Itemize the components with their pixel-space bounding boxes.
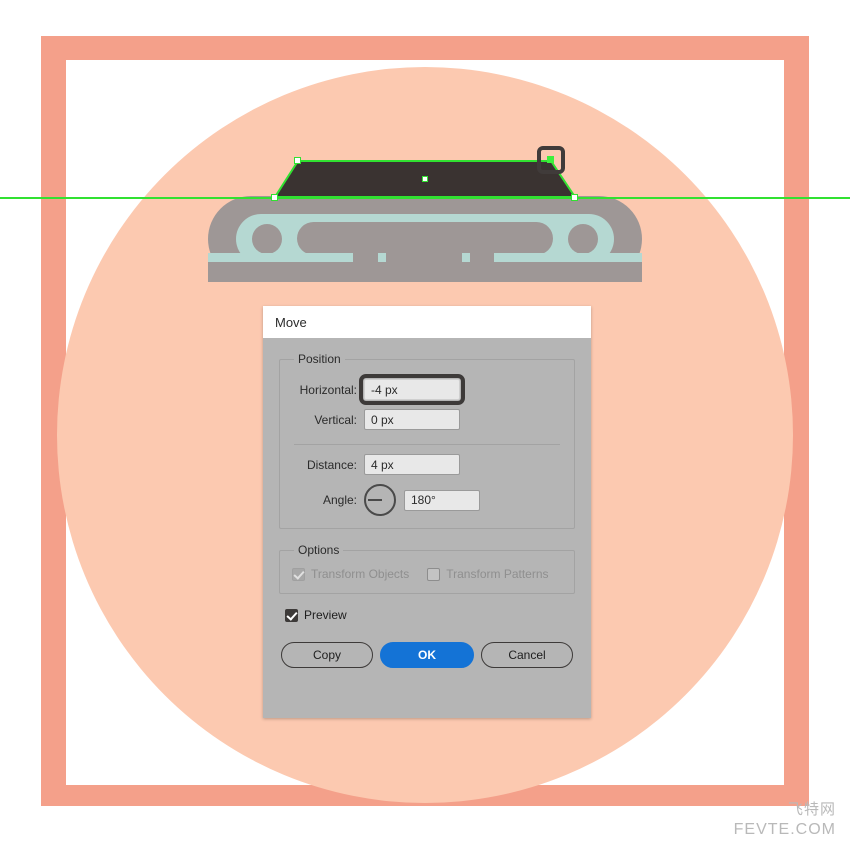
band-notch: [462, 253, 470, 262]
direct-selection-cursor-icon: [537, 146, 565, 174]
cancel-button[interactable]: Cancel: [481, 642, 573, 668]
preview-checkbox[interactable]: Preview: [285, 608, 347, 622]
transform-patterns-label: Transform Patterns: [446, 567, 549, 581]
dialog-titlebar: Move: [263, 306, 591, 338]
checkbox-box-icon: [292, 567, 305, 581]
illustration-knob-left[interactable]: [252, 224, 282, 254]
copy-button[interactable]: Copy: [281, 642, 373, 668]
dialog-body: Position Horizontal: -4 px Vertical: 0 p…: [263, 338, 591, 668]
vertical-row: Vertical: 0 px: [292, 409, 562, 430]
position-group: Position Horizontal: -4 px Vertical: 0 p…: [279, 352, 575, 529]
horizontal-input[interactable]: -4 px: [359, 374, 465, 405]
anchor-point-center[interactable]: [422, 176, 428, 182]
watermark: 飞特网 FEVTE.COM: [734, 801, 836, 840]
options-row: Transform Objects Transform Patterns: [292, 567, 562, 581]
anchor-point-top-left[interactable]: [294, 157, 301, 164]
options-group: Options Transform Objects Transform Patt…: [279, 543, 575, 594]
move-dialog: Move Position Horizontal: -4 px Vertical…: [263, 306, 591, 718]
vertical-label: Vertical:: [314, 412, 357, 427]
distance-input[interactable]: 4 px: [364, 454, 460, 475]
vertical-input[interactable]: 0 px: [364, 409, 460, 430]
options-group-legend: Options: [298, 543, 340, 557]
horizontal-row: Horizontal: -4 px: [292, 374, 562, 405]
band-notch: [378, 253, 386, 262]
angle-dial-needle: [368, 499, 382, 501]
dialog-title: Move: [275, 314, 307, 330]
watermark-en: FEVTE.COM: [733, 821, 836, 838]
illustration-bottom-band[interactable]: [208, 253, 642, 282]
anchor-point-bottom-right[interactable]: [571, 194, 578, 201]
illustration-center-slot[interactable]: [297, 222, 553, 255]
checkbox-box-icon: [427, 567, 441, 581]
position-group-legend: Position: [298, 352, 341, 366]
ok-button[interactable]: OK: [380, 642, 474, 668]
angle-label: Angle:: [322, 493, 357, 507]
group-divider: [294, 444, 560, 445]
illustration-knob-right[interactable]: [568, 224, 598, 254]
horizontal-label: Horizontal:: [299, 382, 357, 397]
checkbox-box-icon: [285, 608, 298, 622]
angle-row: Angle: 180°: [292, 484, 562, 516]
angle-dial-icon[interactable]: [364, 484, 396, 516]
preview-row: Preview: [285, 608, 575, 622]
transform-objects-label: Transform Objects: [311, 567, 410, 581]
app-canvas: Move Position Horizontal: -4 px Vertical…: [0, 0, 850, 850]
transform-objects-checkbox[interactable]: Transform Objects: [292, 567, 409, 581]
band-notch: [494, 253, 642, 262]
anchor-point-bottom-left[interactable]: [271, 194, 278, 201]
dialog-button-row: Copy OK Cancel: [279, 642, 575, 668]
transform-patterns-checkbox[interactable]: Transform Patterns: [427, 567, 549, 581]
band-notch: [208, 253, 353, 262]
distance-row: Distance: 4 px: [292, 454, 562, 475]
angle-input[interactable]: 180°: [404, 489, 480, 511]
preview-label: Preview: [304, 608, 347, 622]
distance-label: Distance:: [306, 457, 357, 472]
horizontal-guide-line: [0, 197, 850, 199]
watermark-cn: 飞特网: [787, 801, 836, 819]
